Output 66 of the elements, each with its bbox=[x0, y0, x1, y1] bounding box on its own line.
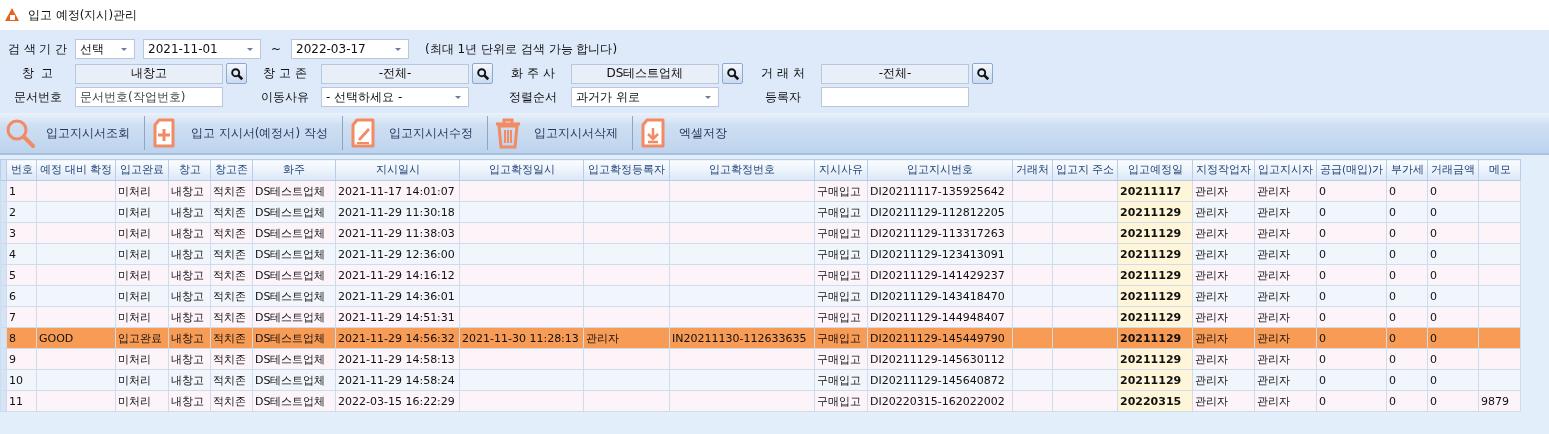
table-row[interactable]: 6 미처리 내창고 적치존 DS테스트업체 2021-11-29 14:36:01 구매입고 DI20211129-143418470 20211129 관리자 관리자 0 0 0 bbox=[0, 285, 1521, 307]
table-row[interactable]: 11 미처리 내창고 적치존 DS테스트업체 2022-03-15 16:22:29 구매입고 DI20220315-162022002 20220315 관리자 관리자 0 0 0 9879 bbox=[0, 390, 1521, 412]
table-row[interactable]: 3 미처리 내창고 적치존 DS테스트업체 2021-11-29 11:38:03 구매입고 DI20211129-113317263 20211129 관리자 관리자 0 0 0 bbox=[0, 222, 1521, 244]
table-row[interactable]: 8 GOOD 입고완료 내창고 적치존 DS테스트업체 2021-11-29 14:56:32 2021-11-30 11:28:13 관리자 IN20211130-112633635 구매입고 DI20211129-145449790 20211129 관리자 관리자 0 0 0 bbox=[0, 327, 1521, 349]
lookup-field: -전체- bbox=[821, 63, 969, 84]
period-note: (최대 1년 단위로 검색 가능 합니다) bbox=[425, 40, 618, 58]
table-row[interactable]: 1 미처리 내창고 적치존 DS테스트업체 2021-11-17 14:01:07 구매입고 DI20211117-135925642 20211117 관리자 관리자 0 0 0 bbox=[0, 180, 1521, 202]
table-row[interactable]: 5 미처리 내창고 적치존 DS테스트업체 2021-11-29 14:16:12 구매입고 DI20211129-141429237 20211129 관리자 관리자 0 0 0 bbox=[0, 264, 1521, 286]
column-header[interactable]: 창고존 bbox=[210, 159, 253, 181]
toolbar-button[interactable]: 입고지시서수정 bbox=[343, 115, 487, 151]
column-header[interactable]: 거래처 bbox=[1012, 159, 1053, 181]
table-row[interactable]: 2 미처리 내창고 적치존 DS테스트업체 2021-11-29 11:30:18 구매입고 DI20211129-112812205 20211129 관리자 관리자 0 0 0 bbox=[0, 201, 1521, 223]
column-header[interactable]: 지정작업자 bbox=[1192, 159, 1255, 181]
lookup-field: -전체- bbox=[321, 63, 469, 84]
table-row[interactable]: 10 미처리 내창고 적치존 DS테스트업체 2021-11-29 14:58:24 구매입고 DI20211129-145640872 20211129 관리자 관리자 0 0 0 bbox=[0, 369, 1521, 391]
date-field[interactable]: 2021-11-01 bbox=[143, 39, 261, 59]
table-row[interactable]: 9 미처리 내창고 적치존 DS테스트업체 2021-11-29 14:58:13 구매입고 DI20211129-145630112 20211129 관리자 관리자 0 0 0 bbox=[0, 348, 1521, 370]
column-header[interactable]: 입고지시번호 bbox=[867, 159, 1013, 181]
toolbar-button[interactable]: 입고지시서삭제 bbox=[488, 115, 632, 151]
column-header[interactable]: 화주 bbox=[252, 159, 336, 181]
search-button[interactable] bbox=[722, 63, 743, 84]
field-label: 화 주 사 bbox=[510, 65, 556, 82]
search-button[interactable] bbox=[972, 63, 993, 84]
field-label: 등록자 bbox=[764, 88, 802, 106]
column-header[interactable]: 입고지 주소 bbox=[1052, 159, 1118, 181]
field-label: 거 래 처 bbox=[760, 65, 806, 82]
window-title: 입고 예정(지시)관리 bbox=[28, 6, 138, 24]
select-dropdown[interactable]: 과거가 위로 bbox=[571, 87, 719, 107]
column-header[interactable]: 입고확정등록자 bbox=[583, 159, 670, 181]
app-logo-icon bbox=[4, 7, 20, 23]
search-button[interactable] bbox=[472, 63, 493, 84]
column-header[interactable]: 입고지시자 bbox=[1254, 159, 1317, 181]
range-separator: ~ bbox=[269, 42, 283, 56]
toolbar-button[interactable]: 엑셀저장 bbox=[633, 115, 741, 151]
lookup-field: 내창고 bbox=[75, 63, 223, 84]
column-header[interactable]: 입고확정번호 bbox=[669, 159, 815, 181]
column-header[interactable]: 번호 bbox=[6, 159, 37, 181]
lookup-field: DS테스트업체 bbox=[571, 63, 719, 84]
column-header[interactable]: 입고완료 bbox=[115, 159, 169, 181]
column-header[interactable]: 메모 bbox=[1478, 159, 1521, 181]
field-label: 창 고 존 bbox=[262, 65, 308, 82]
table-row[interactable]: 7 미처리 내창고 적치존 DS테스트업체 2021-11-29 14:51:31 구매입고 DI20211129-144948407 20211129 관리자 관리자 0 0 0 bbox=[0, 306, 1521, 328]
toolbar-button[interactable]: 입고지시서조회 bbox=[0, 115, 144, 151]
field-label: 검 색 기 간 bbox=[6, 40, 69, 58]
input-field[interactable]: 문서번호(작업번호) bbox=[75, 87, 223, 107]
field-label: 정렬순서 bbox=[508, 88, 558, 106]
search-button[interactable] bbox=[226, 63, 247, 84]
search-icon bbox=[4, 117, 36, 149]
column-header[interactable]: 창고 bbox=[168, 159, 211, 181]
column-header[interactable]: 입고확정일시 bbox=[459, 159, 584, 181]
column-header[interactable]: 거래금액 bbox=[1427, 159, 1479, 181]
column-header[interactable]: 지시일시 bbox=[335, 159, 460, 181]
field-label: 창 고 bbox=[20, 65, 55, 82]
field-label: 문서번호 bbox=[12, 88, 63, 106]
field-label: 이동사유 bbox=[260, 88, 310, 106]
select-dropdown[interactable]: - 선택하세요 - bbox=[321, 87, 469, 107]
input-field[interactable] bbox=[821, 87, 969, 107]
column-header[interactable]: 공급(매입)가 bbox=[1316, 159, 1387, 181]
mode-dropdown[interactable]: 선택 bbox=[75, 39, 135, 59]
column-header[interactable]: 부가세 bbox=[1386, 159, 1428, 181]
column-header[interactable]: 입고예정일 bbox=[1117, 159, 1193, 181]
column-header[interactable]: 예정 대비 확정 bbox=[36, 159, 116, 181]
column-header[interactable]: 지시사유 bbox=[814, 159, 868, 181]
date-field[interactable]: 2022-03-17 bbox=[291, 39, 409, 59]
toolbar-button[interactable]: 입고 지시서(예정서) 작성 bbox=[145, 115, 342, 151]
table-row[interactable]: 4 미처리 내창고 적치존 DS테스트업체 2021-11-29 12:36:00 구매입고 DI20211129-123413091 20211129 관리자 관리자 0 0 0 bbox=[0, 243, 1521, 265]
